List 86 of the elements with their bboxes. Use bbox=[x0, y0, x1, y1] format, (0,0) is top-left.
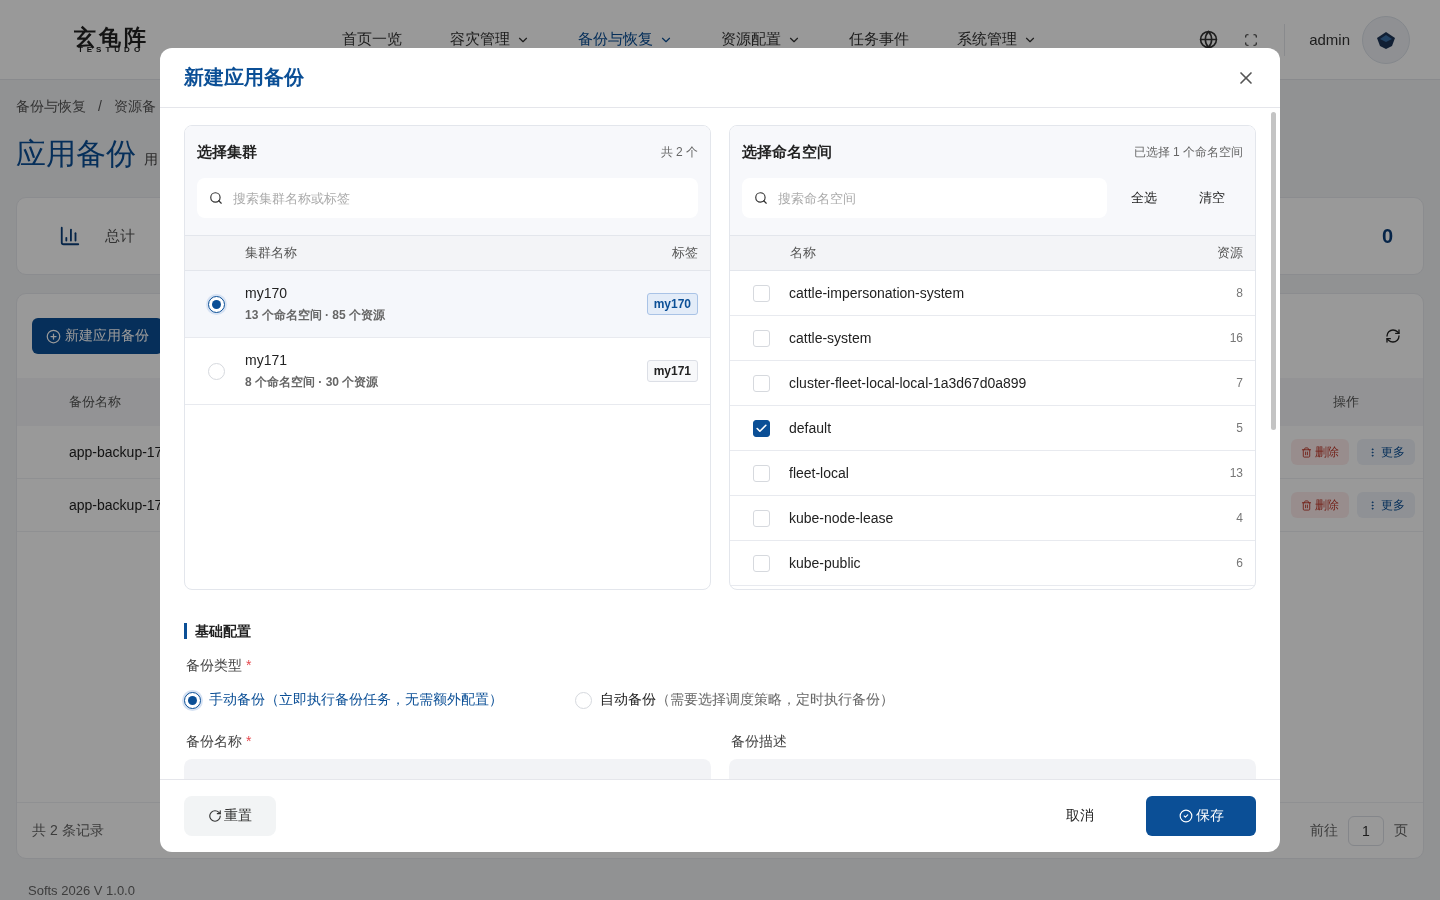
radio-option[interactable]: 自动备份（需要选择调度策略，定时执行备份） bbox=[575, 691, 894, 709]
resource-count: 16 bbox=[1229, 331, 1243, 345]
field-label: 备份描述 bbox=[731, 733, 788, 751]
more-button[interactable]: 更多 bbox=[1357, 439, 1415, 465]
column-header: 标签 bbox=[672, 244, 698, 262]
nav-item[interactable]: 任务事件 bbox=[849, 30, 909, 49]
nav-item[interactable]: 容灾管理 bbox=[450, 30, 530, 49]
resource-count: 13 bbox=[1229, 466, 1243, 480]
stat-value: 0 bbox=[1381, 224, 1393, 248]
panel-title: 选择命名空间 bbox=[742, 142, 832, 162]
cluster-meta: 13 个命名空间 · 85 个资源 bbox=[245, 306, 387, 324]
fullscreen-icon[interactable] bbox=[1244, 32, 1259, 47]
nav-item[interactable]: 备份与恢复 bbox=[578, 30, 673, 49]
cluster-name: my170 bbox=[245, 284, 289, 301]
page-input[interactable]: 1 bbox=[1348, 815, 1384, 846]
resource-count: 8 bbox=[1236, 286, 1243, 300]
namespace-name: cluster-fleet-local-local-1a3d67d0a899 bbox=[789, 375, 1028, 391]
column-header: 集群名称 bbox=[245, 244, 297, 262]
select-all-button[interactable]: 全选 bbox=[1113, 189, 1175, 207]
resource-count: 6 bbox=[1236, 556, 1243, 570]
namespace-name: default bbox=[789, 420, 833, 436]
search-icon bbox=[209, 191, 223, 205]
breadcrumb-item[interactable]: 资源备 bbox=[113, 98, 156, 116]
section-title: 基础配置 bbox=[184, 623, 1256, 639]
goto-label: 前往 bbox=[1310, 821, 1338, 840]
nav-item[interactable]: 资源配置 bbox=[721, 30, 801, 49]
table-cell: app-backup-17 bbox=[69, 444, 163, 460]
resource-count: 7 bbox=[1236, 376, 1243, 390]
panel-title: 选择集群 bbox=[197, 142, 257, 162]
page-subtitle: 用 bbox=[144, 151, 158, 169]
record-count: 共 2 条记录 bbox=[32, 821, 105, 840]
radio-button[interactable] bbox=[208, 295, 225, 313]
search-field[interactable]: 搜索集群名称或标签 bbox=[197, 178, 698, 218]
namespace-name: kube-public bbox=[789, 555, 862, 571]
namespace-name: fleet-local bbox=[789, 465, 850, 481]
column-header: 资源 bbox=[1217, 244, 1243, 262]
more-button[interactable]: 更多 bbox=[1357, 492, 1415, 518]
dialog-title: 新建应用备份 bbox=[184, 65, 304, 90]
check-circle-icon bbox=[1178, 809, 1193, 823]
table-cell: app-backup-17 bbox=[69, 497, 163, 513]
refresh-icon[interactable] bbox=[1385, 328, 1401, 344]
selection-summary: 已选择 1 个命名空间 bbox=[1133, 143, 1243, 161]
create-button[interactable]: 新建应用备份 bbox=[32, 318, 163, 354]
column-header: 操作 bbox=[1333, 393, 1359, 411]
chart-icon bbox=[59, 225, 81, 247]
save-button[interactable]: 保存 bbox=[1146, 796, 1256, 836]
delete-button[interactable]: 删除 bbox=[1291, 492, 1349, 518]
clear-button[interactable]: 清空 bbox=[1181, 189, 1243, 207]
page-suffix: 页 bbox=[1394, 821, 1408, 840]
radio-option[interactable]: 手动备份（立即执行备份任务，无需额外配置） bbox=[184, 691, 503, 709]
trash-icon bbox=[1301, 446, 1312, 458]
field-label: 备份名称 * bbox=[186, 733, 253, 751]
cluster-row[interactable]: my170 13 个命名空间 · 85 个资源 my170 bbox=[185, 271, 710, 338]
reset-button[interactable]: 重置 bbox=[184, 796, 276, 836]
reset-icon bbox=[208, 809, 222, 823]
field-label: 备份类型 * bbox=[186, 657, 253, 675]
cancel-button[interactable]: 取消 bbox=[1050, 796, 1110, 836]
search-icon bbox=[754, 191, 768, 205]
cluster-tag: my170 bbox=[646, 293, 698, 315]
nav-item[interactable]: 首页一览 bbox=[342, 30, 402, 49]
breadcrumb-separator: / bbox=[98, 98, 102, 116]
resource-count: 5 bbox=[1236, 421, 1243, 435]
check-icon bbox=[755, 421, 768, 435]
stat-label: 总计 bbox=[105, 226, 136, 246]
cluster-name: my171 bbox=[245, 351, 289, 368]
plus-circle-icon bbox=[46, 328, 61, 344]
trash-icon bbox=[1301, 499, 1312, 511]
cluster-count: 共 2 个 bbox=[660, 143, 698, 161]
delete-button[interactable]: 删除 bbox=[1291, 439, 1349, 465]
cluster-meta: 8 个命名空间 · 30 个资源 bbox=[245, 373, 380, 391]
globe-icon[interactable] bbox=[1199, 30, 1219, 49]
namespace-name: cattle-impersonation-system bbox=[789, 285, 966, 301]
search-field[interactable]: 搜索命名空间 bbox=[742, 178, 1107, 218]
cluster-tag: my171 bbox=[646, 360, 698, 382]
column-header: 名称 bbox=[790, 244, 816, 262]
user-name[interactable]: admin bbox=[1309, 31, 1350, 48]
avatar[interactable] bbox=[1362, 15, 1410, 64]
nav-item[interactable]: 系统管理 bbox=[957, 30, 1037, 49]
resource-count: 4 bbox=[1236, 511, 1243, 525]
checkbox[interactable] bbox=[753, 419, 770, 437]
version-text: Softs 2026 V 1.0.0 bbox=[27, 882, 136, 898]
breadcrumb-item[interactable]: 备份与恢复 bbox=[16, 98, 86, 116]
page-title: 应用备份 bbox=[16, 136, 136, 172]
namespace-name: kube-node-lease bbox=[789, 510, 895, 526]
namespace-name: cattle-system bbox=[789, 330, 873, 346]
column-header: 备份名称 bbox=[69, 393, 121, 411]
